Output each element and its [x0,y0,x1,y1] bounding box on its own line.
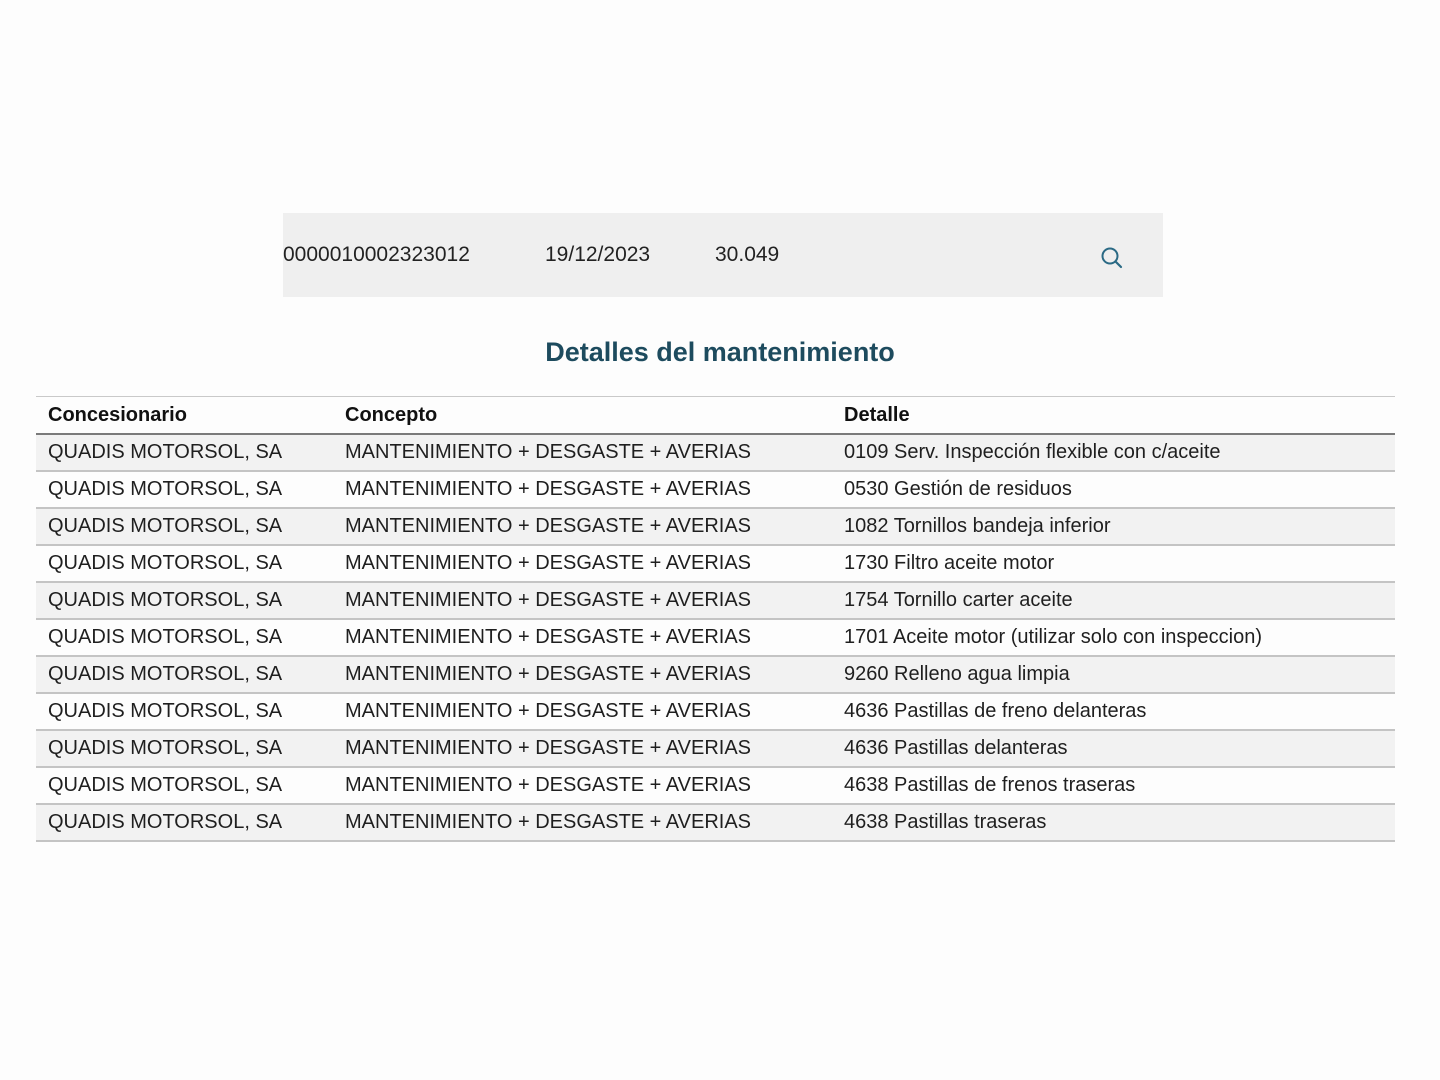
cell-concepto: MANTENIMIENTO + DESGASTE + AVERIAS [345,441,752,463]
cell-detalle: 1754 Tornillo carter aceite [844,589,1073,611]
column-header-detalle: Detalle [844,403,910,426]
cell-concepto: MANTENIMIENTO + DESGASTE + AVERIAS [345,811,752,833]
table-row: QUADIS MOTORSOL, SA MANTENIMIENTO + DESG… [36,508,1395,545]
cell-concesionario: QUADIS MOTORSOL, SA [48,552,283,574]
maintenance-summary-bar: 0000010002323012 19/12/2023 30.049 [283,213,1163,297]
cell-detalle: 4638 Pastillas de frenos traseras [844,774,1136,796]
cell-concesionario: QUADIS MOTORSOL, SA [48,737,283,759]
page-title: Detalles del mantenimiento [545,337,895,367]
table-row: QUADIS MOTORSOL, SA MANTENIMIENTO + DESG… [36,582,1395,619]
cell-concepto: MANTENIMIENTO + DESGASTE + AVERIAS [345,663,752,685]
reference-number: 0000010002323012 [283,243,470,266]
column-header-concesionario: Concesionario [48,403,187,426]
column-header-concepto: Concepto [345,403,438,426]
maintenance-date: 19/12/2023 [545,243,651,266]
cell-concesionario: QUADIS MOTORSOL, SA [48,589,283,611]
cell-concesionario: QUADIS MOTORSOL, SA [48,515,283,537]
cell-detalle: 0530 Gestión de residuos [844,478,1072,500]
cell-detalle: 9260 Relleno agua limpia [844,663,1070,685]
cell-concepto: MANTENIMIENTO + DESGASTE + AVERIAS [345,774,752,796]
cell-detalle: 4636 Pastillas de freno delanteras [844,700,1147,722]
table-row: QUADIS MOTORSOL, SA MANTENIMIENTO + DESG… [36,693,1395,730]
cell-concepto: MANTENIMIENTO + DESGASTE + AVERIAS [345,478,752,500]
cell-concesionario: QUADIS MOTORSOL, SA [48,811,283,833]
cell-concepto: MANTENIMIENTO + DESGASTE + AVERIAS [345,700,752,722]
table-row: QUADIS MOTORSOL, SA MANTENIMIENTO + DESG… [36,656,1395,693]
cell-detalle: 4636 Pastillas delanteras [844,737,1068,759]
search-icon-graphic [1101,247,1123,269]
table-row: QUADIS MOTORSOL, SA MANTENIMIENTO + DESG… [36,804,1395,841]
table-row: QUADIS MOTORSOL, SA MANTENIMIENTO + DESG… [36,545,1395,582]
maintenance-details-table: Concesionario Concepto Detalle QUADIS MO… [36,396,1395,842]
table-header-row: Concesionario Concepto Detalle [36,396,1395,434]
cell-concesionario: QUADIS MOTORSOL, SA [48,478,283,500]
table-row: QUADIS MOTORSOL, SA MANTENIMIENTO + DESG… [36,434,1395,471]
cell-concesionario: QUADIS MOTORSOL, SA [48,441,283,463]
cell-concepto: MANTENIMIENTO + DESGASTE + AVERIAS [345,589,752,611]
table-row: QUADIS MOTORSOL, SA MANTENIMIENTO + DESG… [36,619,1395,656]
cell-detalle: 1730 Filtro aceite motor [844,552,1055,574]
cell-concepto: MANTENIMIENTO + DESGASTE + AVERIAS [345,515,752,537]
cell-concepto: MANTENIMIENTO + DESGASTE + AVERIAS [345,626,752,648]
cell-detalle: 4638 Pastillas traseras [844,811,1047,833]
table-row: QUADIS MOTORSOL, SA MANTENIMIENTO + DESG… [36,767,1395,804]
search-icon[interactable] [1099,245,1125,271]
cell-concepto: MANTENIMIENTO + DESGASTE + AVERIAS [345,552,752,574]
cell-concesionario: QUADIS MOTORSOL, SA [48,663,283,685]
cell-detalle: 0109 Serv. Inspección flexible con c/ace… [844,441,1221,463]
cell-concesionario: QUADIS MOTORSOL, SA [48,626,283,648]
cell-detalle: 1082 Tornillos bandeja inferior [844,515,1111,537]
cell-concesionario: QUADIS MOTORSOL, SA [48,700,283,722]
table-row: QUADIS MOTORSOL, SA MANTENIMIENTO + DESG… [36,730,1395,767]
cell-detalle: 1701 Aceite motor (utilizar solo con ins… [844,626,1262,648]
cell-concepto: MANTENIMIENTO + DESGASTE + AVERIAS [345,737,752,759]
cell-concesionario: QUADIS MOTORSOL, SA [48,774,283,796]
mileage: 30.049 [715,243,780,266]
table-row: QUADIS MOTORSOL, SA MANTENIMIENTO + DESG… [36,471,1395,508]
